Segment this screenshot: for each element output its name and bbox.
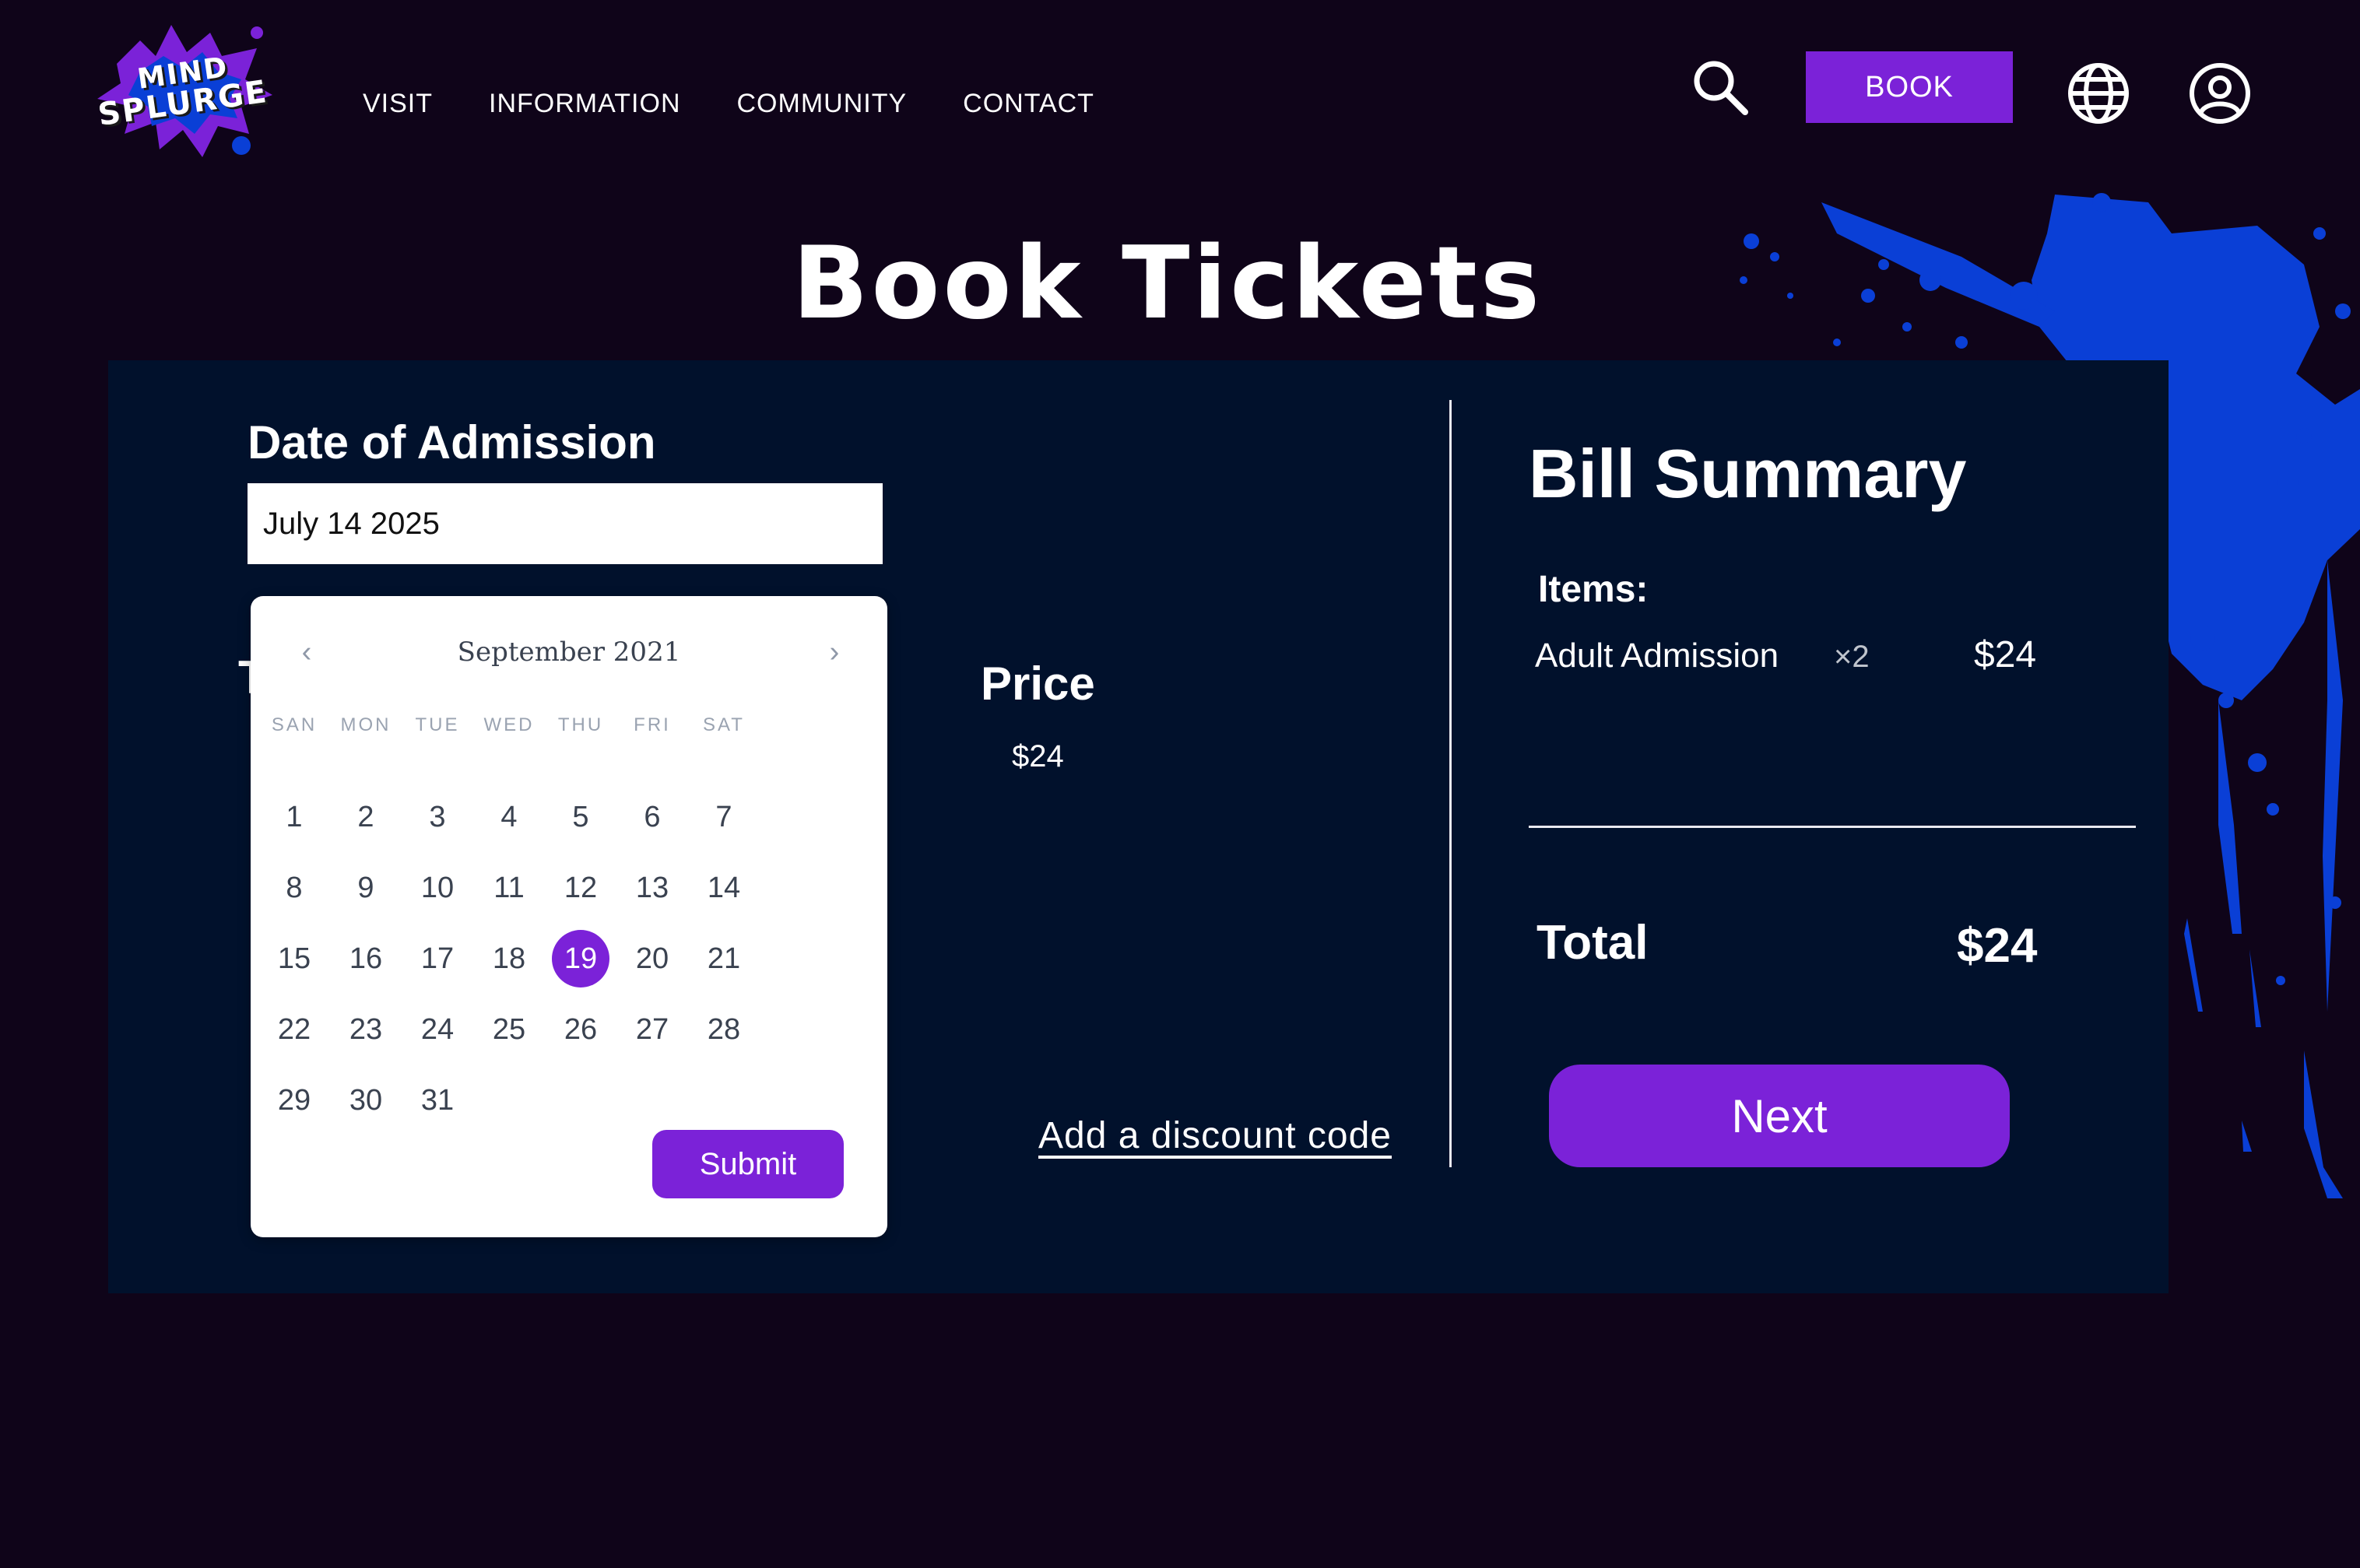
- panel-divider: [1449, 400, 1452, 1167]
- nav-item-visit[interactable]: VISIT: [363, 89, 433, 119]
- calendar-day[interactable]: 31: [409, 1072, 466, 1129]
- calendar-day[interactable]: 8: [265, 859, 323, 917]
- search-icon[interactable]: [1689, 56, 1751, 118]
- calendar-day-selected[interactable]: 19: [552, 930, 609, 987]
- bill-item-price: $24: [1974, 634, 2037, 675]
- add-discount-code-link[interactable]: Add a discount code: [1038, 1114, 1392, 1157]
- calendar-day[interactable]: 30: [337, 1072, 395, 1129]
- bill-item-name: Adult Admission: [1535, 637, 1779, 675]
- calendar-day[interactable]: 16: [337, 930, 395, 987]
- calendar-day[interactable]: 7: [695, 788, 753, 846]
- calendar-day[interactable]: 3: [409, 788, 466, 846]
- calendar-day[interactable]: 11: [480, 859, 538, 917]
- calendar-day[interactable]: 14: [695, 859, 753, 917]
- calendar-day[interactable]: 27: [623, 1001, 681, 1058]
- date-picker-calendar: ‹ September 2021 › SAN MON TUE WED THU FRI SAT…: [251, 596, 887, 1237]
- calendar-day[interactable]: 18: [480, 930, 538, 987]
- calendar-submit-button[interactable]: Submit: [652, 1130, 844, 1198]
- bill-divider: [1529, 826, 2136, 828]
- main-nav: VISIT INFORMATION COMMUNITY CONTACT: [363, 89, 1150, 119]
- weekday-label: MON: [340, 714, 392, 735]
- calendar-day[interactable]: 6: [623, 788, 681, 846]
- weekday-label: SAN: [271, 714, 318, 735]
- price-label: Price: [981, 658, 1095, 710]
- calendar-day[interactable]: 2: [337, 788, 395, 846]
- nav-item-community[interactable]: COMMUNITY: [737, 89, 908, 119]
- page-title: Book Tickets: [792, 226, 1543, 342]
- brand-logo[interactable]: MIND SPLURGE: [86, 9, 280, 162]
- total-value: $24: [1957, 919, 2038, 973]
- nav-item-information[interactable]: INFORMATION: [489, 89, 680, 119]
- calendar-day[interactable]: 25: [480, 1001, 538, 1058]
- calendar-day[interactable]: 17: [409, 930, 466, 987]
- calendar-day[interactable]: 4: [480, 788, 538, 846]
- calendar-day[interactable]: 1: [265, 788, 323, 846]
- calendar-day[interactable]: 29: [265, 1072, 323, 1129]
- calendar-day[interactable]: 10: [409, 859, 466, 917]
- weekday-label: FRI: [634, 714, 671, 735]
- calendar-day[interactable]: 13: [623, 859, 681, 917]
- calendar-day[interactable]: 9: [337, 859, 395, 917]
- weekday-label: TUE: [415, 714, 460, 735]
- weekday-label: THU: [557, 714, 604, 735]
- calendar-day[interactable]: 22: [265, 1001, 323, 1058]
- calendar-day[interactable]: 24: [409, 1001, 466, 1058]
- user-account-icon[interactable]: [2187, 61, 2253, 126]
- bill-item-quantity: ×2: [1834, 640, 1870, 674]
- calendar-day[interactable]: 26: [552, 1001, 609, 1058]
- weekday-label: WED: [483, 714, 535, 735]
- calendar-day[interactable]: 12: [552, 859, 609, 917]
- next-button[interactable]: Next: [1549, 1065, 2010, 1167]
- date-of-admission-label: Date of Admission: [248, 416, 656, 468]
- date-of-admission-input[interactable]: [248, 483, 883, 564]
- calendar-day[interactable]: 23: [337, 1001, 395, 1058]
- nav-item-contact[interactable]: CONTACT: [963, 89, 1094, 119]
- price-value: $24: [1012, 739, 1064, 773]
- calendar-day[interactable]: 20: [623, 930, 681, 987]
- calendar-day[interactable]: 28: [695, 1001, 753, 1058]
- globe-icon[interactable]: [2066, 61, 2131, 126]
- calendar-day[interactable]: 15: [265, 930, 323, 987]
- items-label: Items:: [1538, 569, 1649, 610]
- bill-summary-title: Bill Summary: [1529, 435, 1967, 512]
- calendar-day[interactable]: 5: [552, 788, 609, 846]
- calendar-month-label: September 2021: [457, 637, 681, 668]
- next-month-chevron-icon[interactable]: ›: [819, 636, 850, 668]
- calendar-day[interactable]: 21: [695, 930, 753, 987]
- weekday-label: SAT: [703, 714, 745, 735]
- book-button[interactable]: BOOK: [1806, 51, 2013, 123]
- total-label: Total: [1536, 916, 1649, 970]
